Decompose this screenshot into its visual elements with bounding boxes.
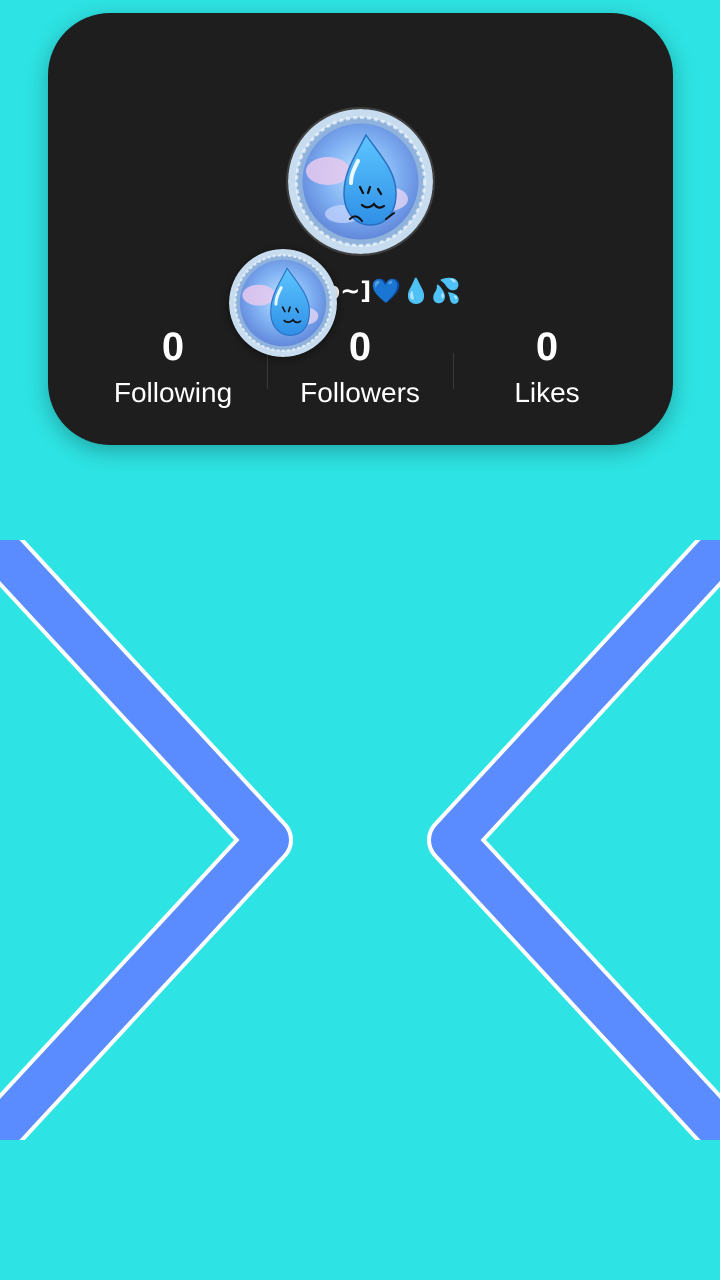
next-button[interactable] [400, 540, 720, 1140]
chevron-right-icon [0, 540, 293, 1140]
following-label: Following [113, 377, 233, 408]
chevron-left-icon [427, 540, 720, 1140]
stat-likes[interactable]: 0 Likes [452, 321, 642, 413]
profile-username: 💙 lop~]💙💧💦 [260, 277, 461, 305]
previous-button[interactable] [0, 540, 320, 1140]
water-drop-avatar-icon [229, 249, 337, 357]
water-drop-avatar-icon [288, 109, 433, 254]
likes-count: 0 [535, 325, 559, 369]
profile-avatar[interactable] [288, 109, 433, 254]
profile-card: 💙 lop~]💙💧💦 0 Following 0 Followers 0 Lik… [48, 13, 673, 445]
followers-label: Followers [300, 377, 420, 408]
avatar-overlay-thumbnail[interactable] [229, 249, 337, 357]
likes-label: Likes [514, 377, 580, 408]
